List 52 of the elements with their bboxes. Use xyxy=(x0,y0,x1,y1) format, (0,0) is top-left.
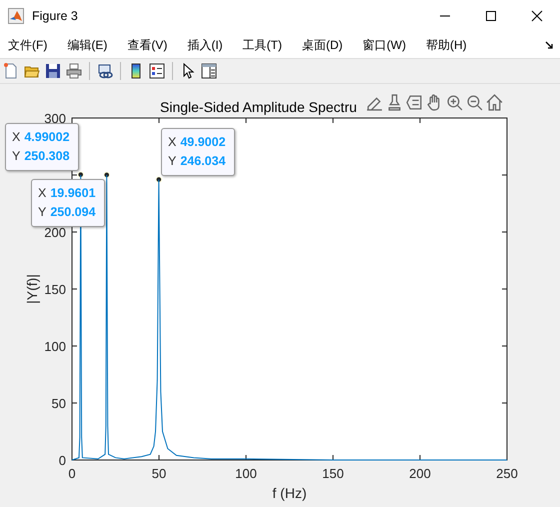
y-tick-label: 150 xyxy=(44,282,66,297)
menu-item[interactable]: 帮助(H) xyxy=(422,36,471,54)
y-tick-label: 300 xyxy=(44,111,66,126)
x-tick-label: 50 xyxy=(152,466,166,481)
x-tick-label: 100 xyxy=(235,466,257,481)
home-icon[interactable] xyxy=(486,94,503,111)
tip-label: X xyxy=(12,129,20,146)
menu-item[interactable]: 编辑(E) xyxy=(63,36,112,54)
x-tick-label: 0 xyxy=(68,466,76,481)
tip-value: 49.9002 xyxy=(180,134,226,151)
y-tick-label: 0 xyxy=(58,453,66,468)
zoom-in-icon[interactable] xyxy=(446,94,463,111)
zoom-out-icon[interactable] xyxy=(466,94,483,111)
tip-label: Y xyxy=(168,153,176,170)
menu-item[interactable]: 桌面(D) xyxy=(298,36,347,54)
x-tick-label: 150 xyxy=(322,466,344,481)
linked-plot-icon[interactable] xyxy=(97,63,113,79)
tip-label: Y xyxy=(12,148,20,165)
menu-item[interactable]: 查看(V) xyxy=(123,36,172,54)
menu-item[interactable]: 窗口(W) xyxy=(358,36,410,54)
chart-title: Single-Sided Amplitude Spectru xyxy=(160,99,357,115)
y-tick-label: 50 xyxy=(52,396,66,411)
dock-arrow-icon[interactable] xyxy=(545,40,554,50)
maximize-icon xyxy=(485,10,497,22)
y-axis-label: |Y(f)| xyxy=(24,274,40,304)
tip-label: Y xyxy=(38,204,46,221)
x-tick-label: 200 xyxy=(409,466,431,481)
x-axis-label: f (Hz) xyxy=(272,485,307,501)
x-tick-label: 250 xyxy=(496,466,518,481)
tip-value: 19.9601 xyxy=(50,185,96,202)
save-icon[interactable] xyxy=(45,63,61,79)
data-point-marker xyxy=(103,172,110,178)
tip-value: 246.034 xyxy=(180,153,226,170)
window-title: Figure 3 xyxy=(32,9,79,23)
tip-label: X xyxy=(38,185,46,202)
printer-icon[interactable] xyxy=(66,63,82,79)
y-tick-label: 200 xyxy=(44,225,66,240)
y-tick-label: 100 xyxy=(44,339,66,354)
legend-icon[interactable] xyxy=(149,63,165,79)
menu-item[interactable]: 插入(I) xyxy=(183,36,227,54)
data-point-marker xyxy=(156,176,162,183)
menu-item[interactable]: 工具(T) xyxy=(238,36,286,54)
app-icon xyxy=(8,8,24,24)
tip-label: X xyxy=(168,134,176,151)
property-panel-icon[interactable] xyxy=(201,63,217,79)
list-icon[interactable] xyxy=(406,94,423,111)
tip-value: 250.094 xyxy=(50,204,96,221)
new-file-icon[interactable] xyxy=(3,63,19,79)
tip-value: 4.99002 xyxy=(24,129,70,146)
close-icon xyxy=(531,10,543,22)
menu-item[interactable]: 文件(F) xyxy=(4,36,52,54)
tip-value: 250.308 xyxy=(24,148,70,165)
